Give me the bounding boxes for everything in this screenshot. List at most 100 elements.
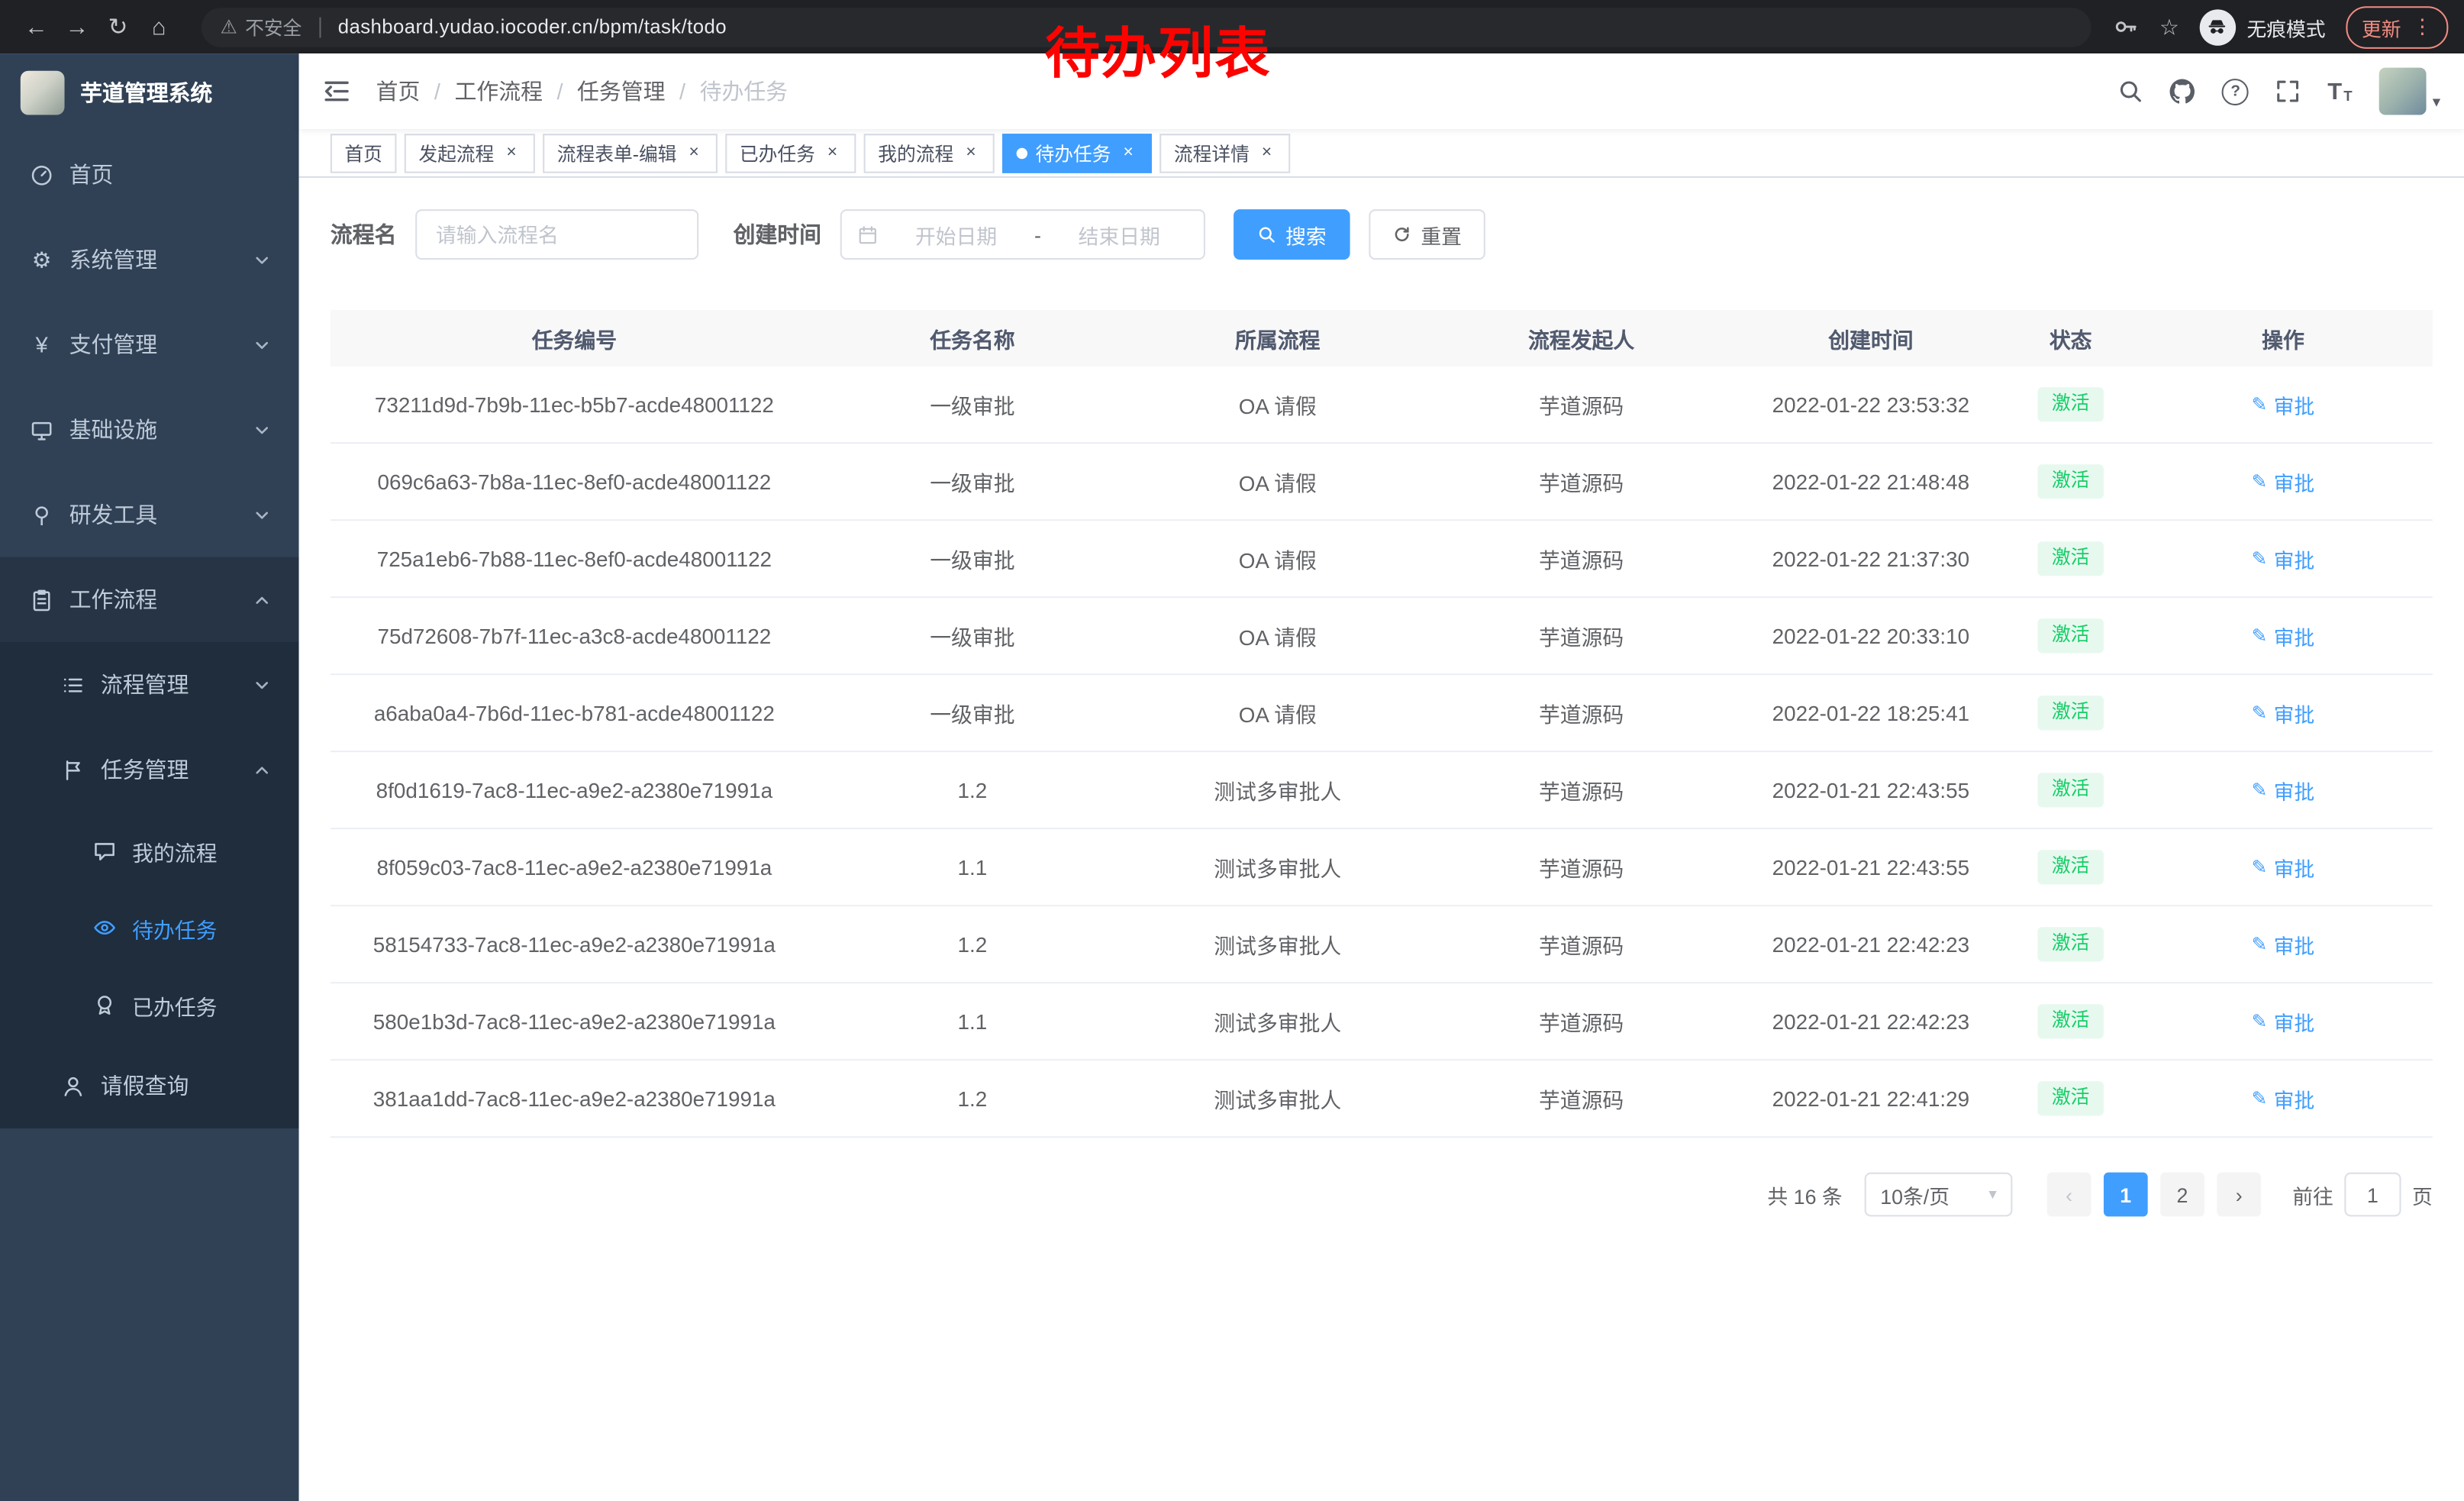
app-logo-row: 芋道管理系统 [0, 53, 299, 132]
tab-process-detail[interactable]: 流程详情 × [1159, 133, 1290, 173]
sidebar-item-leave-query[interactable]: 请假查询 [0, 1044, 299, 1128]
sidebar-item-process-management[interactable]: 流程管理 [0, 642, 299, 727]
approve-link[interactable]: ✎审批 [2252, 698, 2315, 728]
sidebar-item-my-process[interactable]: 我的流程 [0, 812, 299, 889]
page-button-1[interactable]: 1 [2104, 1173, 2148, 1217]
next-page-button[interactable]: › [2217, 1173, 2261, 1217]
reset-button[interactable]: 重置 [1369, 209, 1485, 260]
approve-link[interactable]: ✎审批 [2252, 852, 2315, 882]
close-icon[interactable]: × [1257, 144, 1276, 163]
edit-icon: ✎ [2252, 393, 2268, 415]
home-icon[interactable]: ⌂ [138, 6, 179, 47]
refresh-icon [1392, 225, 1411, 244]
breadcrumb-current: 待办任务 [700, 76, 788, 107]
approve-link[interactable]: ✎审批 [2252, 929, 2315, 959]
chevron-up-icon [253, 761, 271, 779]
approve-link[interactable]: ✎审批 [2252, 466, 2315, 496]
table-row: 75d72608-7b7f-11ec-a3c8-acde48001122 一级审… [331, 598, 2433, 675]
sidebar-item-home[interactable]: 首页 [0, 132, 299, 217]
incognito-label: 无痕模式 [2246, 11, 2325, 41]
approve-link[interactable]: ✎审批 [2252, 544, 2315, 573]
sidebar-item-done-tasks[interactable]: 已办任务 [0, 967, 299, 1044]
close-icon[interactable]: × [823, 144, 842, 163]
sidebar-item-todo-tasks[interactable]: 待办任务 [0, 889, 299, 967]
screenshot-root: ← → ↻ ⌂ ⚠ 不安全 dashboard.yudao.iocoder.cn… [0, 0, 2464, 1501]
reload-icon[interactable]: ↻ [98, 6, 139, 47]
page-button-2[interactable]: 2 [2160, 1173, 2204, 1217]
breadcrumb-task-management[interactable]: 任务管理 [577, 76, 665, 107]
breadcrumb-workflow[interactable]: 工作流程 [454, 76, 542, 107]
password-key-icon[interactable] [2114, 15, 2139, 40]
clipboard-icon [28, 588, 55, 612]
table-row: 8f0d1619-7ac8-11ec-a9e2-a2380e71991a 1.2… [331, 752, 2433, 829]
breadcrumb-home[interactable]: 首页 [376, 76, 421, 107]
help-icon[interactable]: ? [2222, 78, 2249, 105]
page-size-select[interactable]: 10条/页 ▾ [1865, 1173, 2013, 1217]
forward-icon[interactable]: → [56, 6, 98, 47]
approve-link[interactable]: ✎审批 [2252, 621, 2315, 650]
approve-link[interactable]: ✎审批 [2252, 775, 2315, 805]
cell-task-name: 1.2 [818, 932, 1127, 956]
page-content: 流程名 创建时间 开始日期 - 结束日期 搜索 重 [299, 178, 2464, 1501]
cell-initiator: 芋道源码 [1429, 851, 1734, 883]
bookmark-star-icon[interactable]: ☆ [2159, 14, 2179, 40]
fullscreen-icon[interactable] [2275, 79, 2301, 104]
browser-menu-icon[interactable]: ⋮ [2412, 15, 2433, 40]
tags-view-bar: 首页 发起流程 × 流程表单-编辑 × 已办任务 × 我的流程 × [299, 129, 2464, 178]
seal-check-icon [92, 993, 118, 1017]
table-row: 381aa1dd-7ac8-11ec-a9e2-a2380e71991a 1.2… [331, 1060, 2433, 1138]
process-name-input[interactable] [415, 209, 698, 260]
font-size-icon[interactable]: TT [2327, 79, 2352, 103]
sidebar-item-label: 流程管理 [101, 669, 189, 700]
approve-link[interactable]: ✎审批 [2252, 1006, 2315, 1036]
tab-my-process[interactable]: 我的流程 × [864, 133, 995, 173]
sidebar-item-payment[interactable]: ¥ 支付管理 [0, 302, 299, 387]
close-icon[interactable]: × [502, 144, 521, 163]
caret-down-icon: ▾ [1988, 1186, 1996, 1203]
approve-link[interactable]: ✎审批 [2252, 389, 2315, 419]
prev-page-button[interactable]: ‹ [2047, 1173, 2091, 1217]
address-bar[interactable]: ⚠ 不安全 dashboard.yudao.iocoder.cn/bpm/tas… [202, 7, 2091, 47]
sidebar-item-devtools[interactable]: ⚲ 研发工具 [0, 472, 299, 557]
close-icon[interactable]: × [1119, 144, 1138, 163]
sidebar: 芋道管理系统 首页 ⚙ 系统管理 ¥ 支付管理 [0, 53, 299, 1501]
goto-page-input[interactable] [2344, 1173, 2401, 1217]
approve-link[interactable]: ✎审批 [2252, 1083, 2315, 1113]
tab-start-process[interactable]: 发起流程 × [405, 133, 535, 173]
back-icon[interactable]: ← [16, 6, 57, 47]
search-button[interactable]: 搜索 [1234, 209, 1350, 260]
user-avatar-menu[interactable]: ▾ [2379, 68, 2440, 115]
sidebar-item-infrastructure[interactable]: 基础设施 [0, 387, 299, 472]
sidebar-item-workflow[interactable]: 工作流程 [0, 557, 299, 642]
browser-update-button[interactable]: 更新 ⋮ [2346, 5, 2448, 48]
tab-home[interactable]: 首页 [331, 133, 397, 173]
cell-create-time: 2022-01-21 22:43:55 [1734, 778, 2008, 802]
tab-done-tasks[interactable]: 已办任务 × [725, 133, 856, 173]
column-actions: 操作 [2133, 323, 2433, 354]
avatar [2379, 68, 2427, 115]
close-icon[interactable]: × [685, 144, 704, 163]
sidebar-item-label: 我的流程 [132, 835, 217, 867]
sidebar-collapse-icon[interactable] [323, 77, 351, 105]
sidebar-item-task-management[interactable]: 任务管理 [0, 727, 299, 812]
sidebar-item-system[interactable]: ⚙ 系统管理 [0, 217, 299, 302]
github-icon[interactable] [2170, 79, 2195, 104]
date-range-picker[interactable]: 开始日期 - 结束日期 [840, 209, 1205, 260]
cell-initiator: 芋道源码 [1429, 928, 1734, 960]
cell-create-time: 2022-01-22 21:37:30 [1734, 547, 2008, 570]
cell-task-name: 一级审批 [818, 620, 1127, 651]
search-icon[interactable] [2118, 79, 2143, 104]
tab-process-form-edit[interactable]: 流程表单-编辑 × [543, 133, 718, 173]
table-row: 069c6a63-7b8a-11ec-8ef0-acde48001122 一级审… [331, 444, 2433, 521]
chevron-down-icon [253, 336, 271, 353]
close-icon[interactable]: × [962, 144, 981, 163]
edit-icon: ✎ [2252, 1010, 2268, 1032]
cell-create-time: 2022-01-22 21:48:48 [1734, 470, 2008, 493]
security-warning[interactable]: ⚠ 不安全 [221, 14, 302, 40]
breadcrumb: 首页 / 工作流程 / 任务管理 / 待办任务 [376, 76, 788, 107]
cell-process: 测试多审批人 [1127, 774, 1429, 805]
tab-todo-tasks[interactable]: 待办任务 × [1002, 133, 1152, 173]
sidebar-item-label: 支付管理 [69, 329, 157, 360]
tab-label: 流程详情 [1174, 139, 1250, 166]
table-row: 580e1b3d-7ac8-11ec-a9e2-a2380e71991a 1.1… [331, 983, 2433, 1060]
